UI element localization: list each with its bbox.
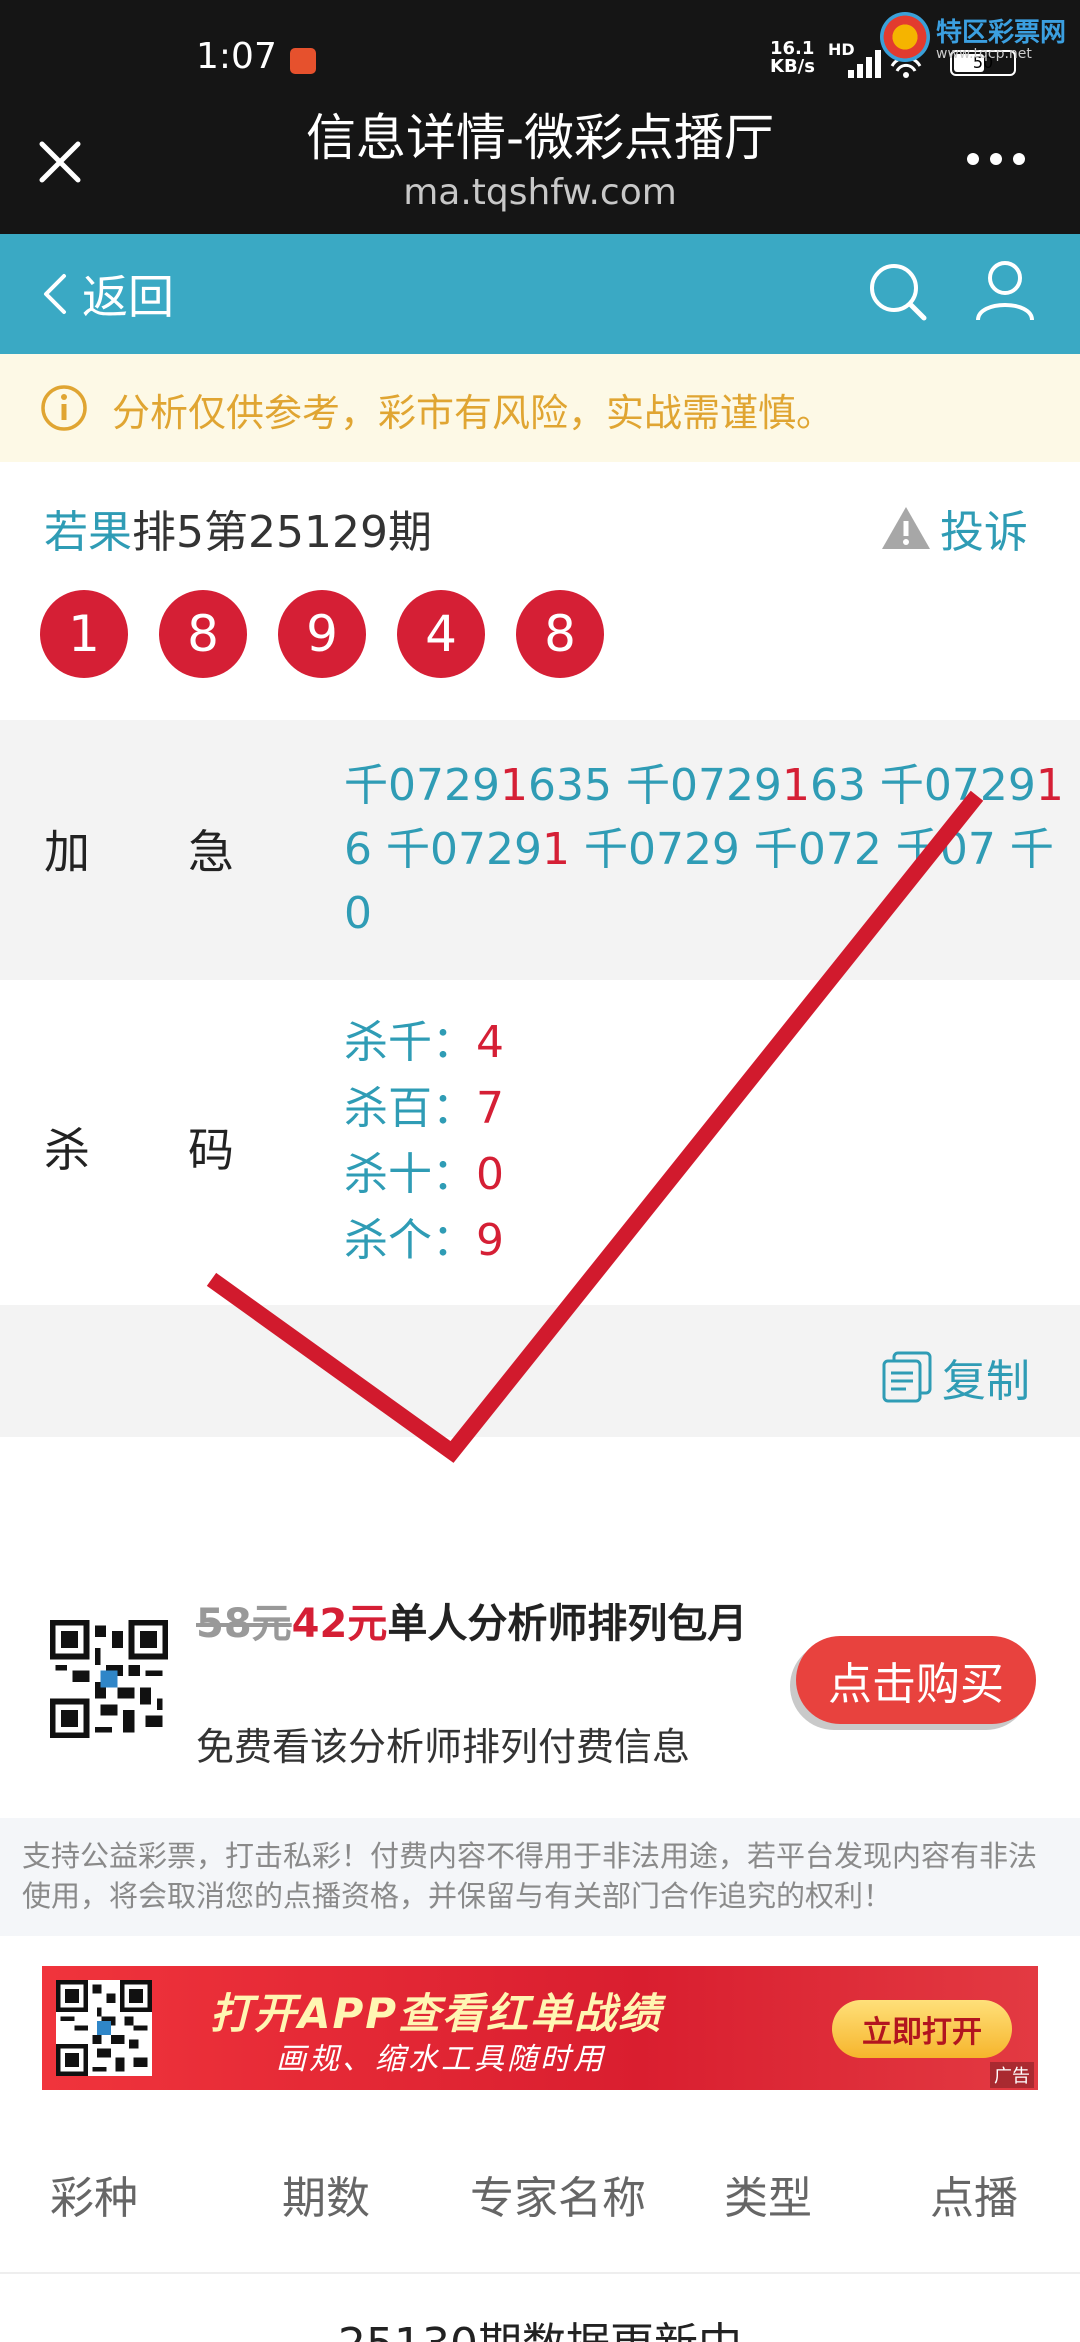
browser-header: 1:07 16.1 KB/s HD 50 特区彩票网 www.tqcp.net …: [0, 0, 1080, 234]
watermark-url: www.tqcp.net: [936, 46, 1032, 62]
watermark-logo-icon: [880, 12, 930, 62]
watermark: 特区彩票网 www.tqcp.net: [880, 10, 1080, 70]
kill-code-value: 0: [476, 1149, 504, 1200]
jiaji-segment: 千0729: [344, 760, 500, 811]
kill-code-label: 杀千：: [344, 1017, 476, 1068]
column-header: 点播: [930, 2173, 1018, 2224]
table-header: 彩种 期数 专家名称 类型 点播: [0, 2128, 1080, 2258]
number-ball: 9: [278, 590, 366, 678]
row-label: 急: [188, 825, 234, 879]
qr-code-icon: [50, 1620, 168, 1738]
copy-icon: [882, 1351, 932, 1403]
disclaimer: 支持公益彩票，打击私彩！付费内容不得用于非法用途，若平台发现内容有非法使用，将会…: [0, 1818, 1080, 1936]
kill-code-value: 4: [476, 1017, 504, 1068]
banner-headline: 打开APP查看红单战绩: [210, 1989, 663, 2038]
kill-code-list: 杀千：4 杀百：7 杀十：0 杀个：9: [344, 1010, 504, 1274]
copy-label: 复制: [942, 1356, 1030, 1407]
page-title: 信息详情-微彩点播厅: [305, 109, 775, 167]
column-header: 期数: [282, 2173, 370, 2224]
chevron-left-icon: [44, 274, 66, 314]
kill-code-label: 杀个：: [344, 1215, 476, 1266]
column-header: 专家名称: [470, 2173, 646, 2224]
number-ball: 8: [159, 590, 247, 678]
new-price: 42元: [291, 1601, 388, 1647]
package-title: 58元42元单人分析师排列包月: [196, 1594, 756, 1654]
status-time: 1:07: [196, 36, 277, 77]
jiaji-segment: 635 千0729: [527, 760, 782, 811]
qr-code-icon: [56, 1980, 152, 2076]
expert-name[interactable]: 若果: [44, 507, 132, 558]
row-label: 加: [44, 825, 90, 879]
package-subtitle: 免费看该分析师排列付费信息: [196, 1725, 691, 1769]
row-shama: 杀 码 杀千：4 杀百：7 杀十：0 杀个：9: [0, 980, 1080, 1305]
kill-code-item: 杀十：0: [344, 1142, 504, 1208]
row-jiaji: 加 急 千07291635 千0729163 千072916 千07291 千0…: [0, 720, 1080, 980]
copy-button[interactable]: 复制: [880, 1345, 1030, 1409]
back-label: 返回: [82, 270, 174, 324]
complain-button[interactable]: 投诉: [880, 496, 1028, 560]
back-button[interactable]: 返回: [42, 262, 174, 326]
update-status-row: 25130期数据更新中: [0, 2272, 1080, 2342]
jiaji-numbers: 千07291635 千0729163 千072916 千07291 千0729 …: [344, 754, 1064, 946]
jiaji-segment: 63 千0729: [809, 760, 1036, 811]
package-name: 单人分析师排列包月: [387, 1601, 748, 1647]
kill-code-item: 杀个：9: [344, 1208, 504, 1274]
number-ball: 8: [516, 590, 604, 678]
number-ball: 4: [397, 590, 485, 678]
column-header: 彩种: [50, 2173, 138, 2224]
row-label: 杀: [44, 1123, 90, 1177]
old-price: 58元: [196, 1601, 292, 1647]
user-icon[interactable]: [974, 258, 1036, 324]
page-url: ma.tqshfw.com: [403, 172, 677, 213]
column-header: 类型: [724, 2173, 812, 2224]
kill-code-item: 杀百：7: [344, 1076, 504, 1142]
copy-row: 复制: [0, 1305, 1080, 1437]
jiaji-segment-highlight: 1: [781, 760, 810, 811]
notification-icon: [290, 48, 316, 74]
issue-title: 若果排5第25129期: [44, 496, 432, 560]
nav-bar: 返回: [0, 234, 1080, 354]
network-speed-unit: KB/s: [770, 56, 815, 77]
complain-label: 投诉: [940, 507, 1028, 558]
info-icon: [41, 385, 87, 431]
number-balls: 1 8 9 4 8: [40, 590, 635, 678]
network-speed: 16.1 KB/s: [770, 40, 815, 76]
risk-notice: 分析仅供参考，彩市有风险，实战需谨慎。: [0, 354, 1080, 462]
buy-button[interactable]: 点击购买: [796, 1636, 1036, 1724]
disclaimer-text: 支持公益彩票，打击私彩！付费内容不得用于非法用途，若平台发现内容有非法使用，将会…: [22, 1839, 1038, 1913]
warning-icon: [882, 507, 930, 549]
number-ball: 1: [40, 590, 128, 678]
issue-number: 排5第25129期: [132, 507, 432, 558]
jiaji-segment-highlight: 1: [499, 760, 528, 811]
search-icon[interactable]: [866, 260, 930, 324]
notice-text: 分析仅供参考，彩市有风险，实战需谨慎。: [112, 391, 835, 435]
kill-code-label: 杀十：: [344, 1149, 476, 1200]
kill-code-item: 杀千：4: [344, 1010, 504, 1076]
jiaji-segment-highlight: 1: [541, 824, 570, 875]
kill-code-label: 杀百：: [344, 1083, 476, 1134]
update-status-text: 25130期数据更新中: [0, 2308, 1080, 2342]
kill-code-value: 9: [476, 1215, 504, 1266]
more-options-icon[interactable]: [966, 152, 1026, 166]
ad-tag: 广告: [990, 2062, 1034, 2088]
app-banner-ad[interactable]: 打开APP查看红单战绩 画规、缩水工具随时用 立即打开 广告: [42, 1966, 1038, 2090]
jiaji-segment-highlight: 1: [1035, 760, 1064, 811]
banner-subline: 画规、缩水工具随时用: [276, 2042, 606, 2077]
watermark-text: 特区彩票网: [936, 18, 1067, 48]
jiaji-segment: 6 千0729: [344, 824, 542, 875]
row-label: 码: [188, 1123, 234, 1177]
kill-code-value: 7: [476, 1083, 504, 1134]
open-app-button[interactable]: 立即打开: [832, 2000, 1012, 2058]
